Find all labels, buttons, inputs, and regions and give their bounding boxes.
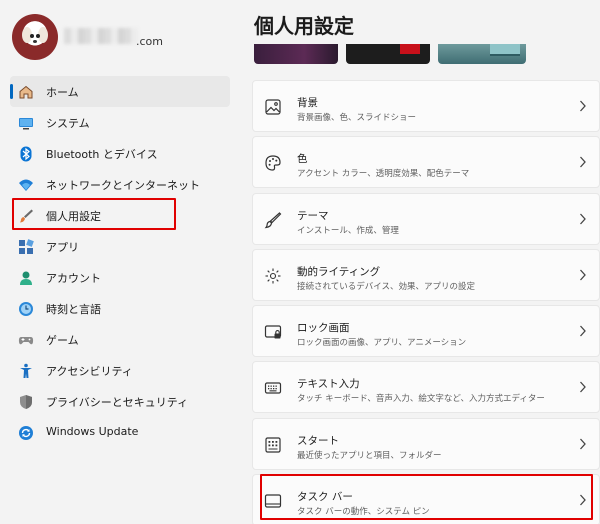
sidebar-item-time-language[interactable]: 時刻と言語 [10, 293, 230, 324]
page-title: 個人用設定 [254, 14, 354, 38]
lock-screen-icon [264, 325, 282, 339]
highlight-box-taskbar [260, 474, 593, 520]
card-title: 背景 [297, 97, 318, 109]
chevron-right-icon [580, 382, 586, 393]
sidebar-item-label: アクセシビリティ [46, 365, 133, 378]
sidebar-item-label: Bluetooth とデバイス [46, 148, 158, 161]
card-subtitle: 背景画像、色、スライドショー [297, 113, 417, 123]
accessibility-icon [20, 363, 32, 378]
chevron-right-icon [580, 325, 586, 337]
home-icon [19, 85, 33, 99]
gamepad-icon [18, 337, 34, 345]
card-title: スタート [297, 434, 339, 447]
card-subtitle: 接続されているデバイス、効果、アプリの設定 [297, 281, 475, 292]
sidebar-item-bluetooth[interactable]: Bluetooth とデバイス [10, 138, 230, 169]
start-icon [265, 437, 281, 453]
card-subtitle: アクセント カラー、透明度効果、配色テーマ [297, 169, 470, 180]
email-domain: .com [136, 35, 163, 48]
card-start[interactable]: スタート 最近使ったアプリと項目、フォルダー [252, 417, 600, 470]
sidebar-item-label: アプリ [46, 241, 79, 254]
sidebar-item-apps[interactable]: アプリ [10, 231, 230, 262]
keyboard-icon [264, 382, 282, 395]
person-icon [20, 271, 32, 285]
sidebar-item-label: 時刻と言語 [46, 303, 101, 316]
card-subtitle: 最近使ったアプリと項目、フォルダー [297, 450, 442, 461]
sidebar-item-label: システム [46, 117, 90, 130]
selection-indicator [10, 84, 13, 99]
sidebar-item-privacy-security[interactable]: プライバシーとセキュリティ [10, 386, 230, 417]
sidebar-item-label: Windows Update [46, 425, 139, 438]
sidebar-item-accessibility[interactable]: アクセシビリティ [10, 355, 230, 386]
sidebar-item-home[interactable]: ホーム [10, 76, 230, 107]
sidebar: .com ホーム システム Bluetooth とデバイス ネットワークとインタ… [0, 0, 238, 524]
chevron-right-icon [580, 269, 586, 281]
card-title: 色 [297, 153, 308, 166]
email-redacted [64, 28, 138, 44]
card-subtitle: インストール、作成、管理 [297, 225, 399, 236]
sidebar-item-gaming[interactable]: ゲーム [10, 324, 230, 355]
sidebar-item-windows-update[interactable]: Windows Update [10, 417, 230, 448]
card-subtitle: タッチ キーボード、音声入力、絵文字など、入力方式エディター [297, 394, 545, 405]
card-text-input[interactable]: テキスト入力 タッチ キーボード、音声入力、絵文字など、入力方式エディター [252, 361, 600, 414]
sidebar-item-label: アカウント [46, 272, 101, 285]
sidebar-item-label: ゲーム [46, 334, 79, 347]
theme-thumbnail[interactable] [254, 44, 338, 64]
wifi-icon [19, 179, 33, 191]
card-title: テキスト入力 [297, 378, 360, 391]
lighting-icon [265, 268, 281, 284]
user-profile[interactable]: .com [12, 14, 238, 60]
sidebar-item-label: ネットワークとインターネット [46, 179, 200, 192]
main-content: 個人用設定 背景 背景画像、色、スライドショー 色 アクセント カラー、透明度効… [238, 0, 600, 524]
sidebar-item-label: ホーム [46, 86, 79, 99]
picture-icon [265, 99, 281, 115]
brush-icon [264, 211, 282, 228]
settings-list: 背景 背景画像、色、スライドショー 色 アクセント カラー、透明度効果、配色テー… [252, 80, 600, 524]
monitor-icon [19, 118, 33, 130]
card-subtitle: ロック画面の画像、アプリ、アニメーション [297, 338, 467, 349]
sidebar-nav: ホーム システム Bluetooth とデバイス ネットワークとインターネット … [10, 76, 230, 448]
clock-globe-icon [19, 302, 33, 316]
card-dynamic-lighting[interactable]: 動的ライティング 接続されているデバイス、効果、アプリの設定 [252, 248, 600, 301]
card-title: 動的ライティング [297, 265, 381, 278]
chevron-right-icon [580, 213, 586, 225]
chevron-right-icon [580, 438, 586, 450]
theme-thumbnails [254, 44, 600, 64]
sidebar-item-system[interactable]: システム [10, 107, 230, 138]
apps-icon [19, 239, 34, 254]
sidebar-item-label: プライバシーとセキュリティ [46, 396, 189, 409]
bluetooth-icon [20, 146, 32, 162]
card-background[interactable]: 背景 背景画像、色、スライドショー [252, 80, 600, 132]
shield-icon [20, 395, 32, 409]
chevron-right-icon [580, 156, 586, 168]
card-title: ロック画面 [297, 322, 350, 335]
avatar [12, 14, 58, 60]
chevron-right-icon [580, 100, 586, 112]
theme-thumbnail[interactable] [346, 44, 430, 64]
theme-thumbnail[interactable] [438, 44, 526, 64]
highlight-box-personalization [12, 198, 176, 230]
card-title: テーマ [297, 209, 329, 222]
update-icon [19, 426, 33, 440]
card-colors[interactable]: 色 アクセント カラー、透明度効果、配色テーマ [252, 136, 600, 189]
card-lock-screen[interactable]: ロック画面 ロック画面の画像、アプリ、アニメーション [252, 305, 600, 358]
sidebar-item-accounts[interactable]: アカウント [10, 262, 230, 293]
palette-icon [265, 155, 281, 171]
sidebar-item-network[interactable]: ネットワークとインターネット [10, 169, 230, 200]
card-themes[interactable]: テーマ インストール、作成、管理 [252, 192, 600, 245]
